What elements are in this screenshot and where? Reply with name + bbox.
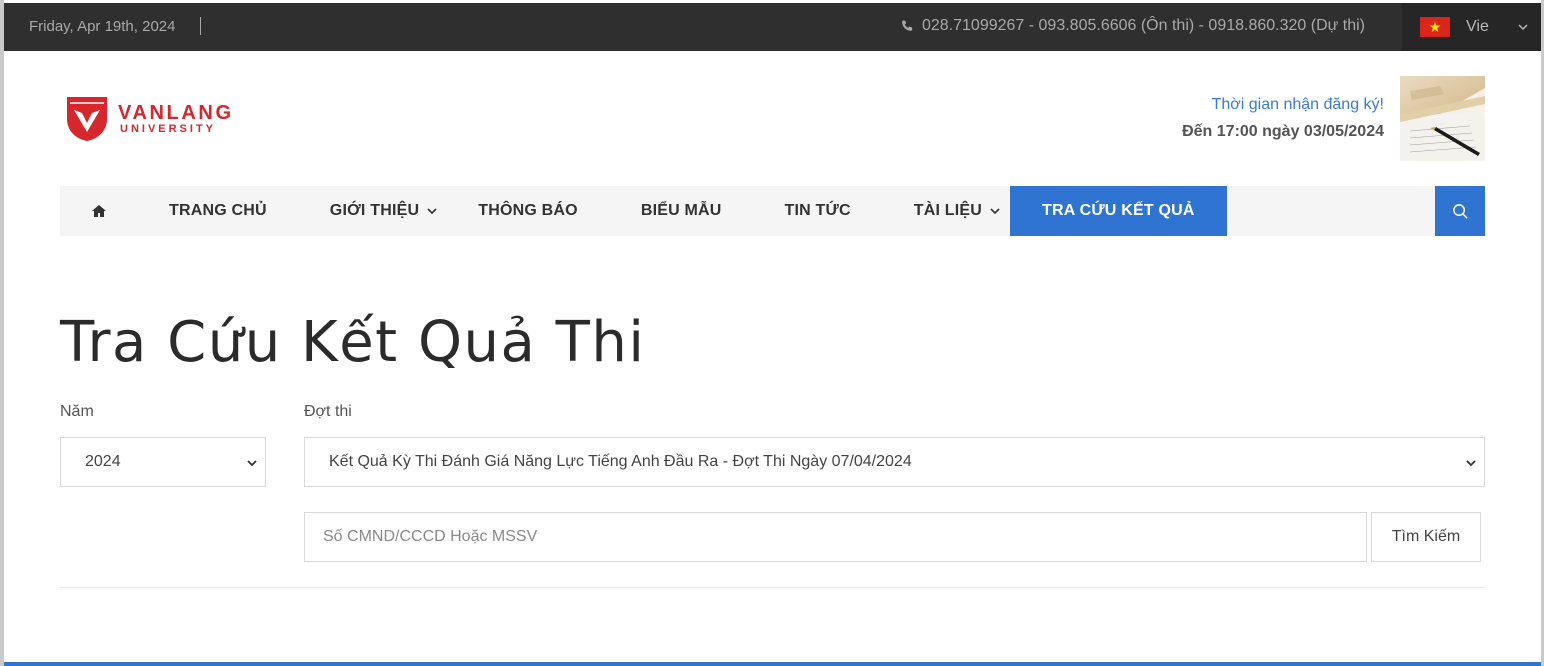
top-bar: Friday, Apr 19th, 2024 028.71099267 - 09… <box>4 3 1541 51</box>
contact-phones: 028.71099267 - 093.805.6606 (Ôn thi) - 0… <box>900 17 1365 35</box>
chevron-down-icon <box>247 460 257 467</box>
registration-info: Thời gian nhận đăng ký! Đến 17:00 ngày 0… <box>1182 96 1384 141</box>
footer-accent-line <box>4 662 1541 666</box>
chevron-down-icon <box>1518 24 1528 31</box>
nav-item-label: TIN TỨC <box>784 202 851 219</box>
nav-item-label: BIỂU MẪU <box>640 202 722 219</box>
logo-line2: UNIVERSITY <box>120 122 217 135</box>
id-search-input[interactable] <box>304 512 1367 562</box>
vanlang-shield-icon <box>67 97 107 141</box>
search-button[interactable] <box>1435 186 1485 236</box>
content-divider <box>60 587 1485 588</box>
nav-item-label: TRA CỨU KẾT QUẢ <box>1042 202 1195 219</box>
chevron-down-icon <box>427 208 437 215</box>
nav-home[interactable] <box>60 186 138 236</box>
home-icon <box>92 205 106 217</box>
exam-label: Đợt thi <box>304 403 352 420</box>
nav-item-trang-chu[interactable]: TRANG CHỦ <box>169 186 267 236</box>
nav-item-label: TÀI LIỆU <box>913 202 983 219</box>
nav-item-thong-bao[interactable]: THÔNG BÁO <box>478 186 578 236</box>
nav-item-gioi-thieu[interactable]: GIỚI THIỆU <box>330 186 437 236</box>
current-date: Friday, Apr 19th, 2024 <box>29 18 176 35</box>
nav-item-label: TRANG CHỦ <box>169 202 267 219</box>
nav-item-tra-cuu-ket-qua[interactable]: TRA CỨU KẾT QUẢ <box>1010 186 1227 236</box>
phone-numbers: 028.71099267 - 093.805.6606 (Ôn thi) - 0… <box>921 17 1365 34</box>
year-select[interactable]: 2024 <box>60 437 266 487</box>
year-select-value: 2024 <box>85 453 121 470</box>
main-navigation: TRANG CHỦ GIỚI THIỆU THÔNG BÁO BIỂU MẪU … <box>60 186 1485 236</box>
nav-item-tai-lieu[interactable]: TÀI LIỆU <box>914 186 1000 236</box>
divider <box>200 17 201 35</box>
phone-icon <box>902 20 913 31</box>
nav-item-bieu-mau[interactable]: BIỂU MẪU <box>641 186 722 236</box>
language-selector[interactable]: Vie <box>1402 3 1541 51</box>
site-logo[interactable]: VANLANG UNIVERSITY <box>66 96 234 142</box>
registration-label[interactable]: Thời gian nhận đăng ký! <box>1182 96 1384 114</box>
vietnam-flag-icon <box>1420 17 1450 37</box>
exam-select[interactable]: Kết Quả Kỳ Thi Đánh Giá Năng Lực Tiếng A… <box>304 437 1485 487</box>
nav-item-label: THÔNG BÁO <box>478 202 578 219</box>
nav-item-label: GIỚI THIỆU <box>329 202 420 219</box>
logo-line1: VANLANG <box>118 101 234 124</box>
chevron-down-icon <box>990 208 1000 215</box>
page-title: Tra Cứu Kết Quả Thi <box>60 310 646 375</box>
exam-select-value: Kết Quả Kỳ Thi Đánh Giá Năng Lực Tiếng A… <box>329 453 912 470</box>
search-icon <box>1452 203 1468 219</box>
window-frame-left <box>0 0 4 666</box>
logo-wordmark: VANLANG UNIVERSITY <box>118 103 234 136</box>
notebook-pen-image <box>1400 76 1485 161</box>
chevron-down-icon <box>1466 460 1476 467</box>
nav-item-tin-tuc[interactable]: TIN TỨC <box>785 186 851 236</box>
language-label: Vie <box>1466 18 1489 35</box>
search-submit-button[interactable]: Tìm Kiếm <box>1371 512 1481 562</box>
year-label: Năm <box>60 403 94 420</box>
registration-deadline: Đến 17:00 ngày 03/05/2024 <box>1182 123 1384 140</box>
